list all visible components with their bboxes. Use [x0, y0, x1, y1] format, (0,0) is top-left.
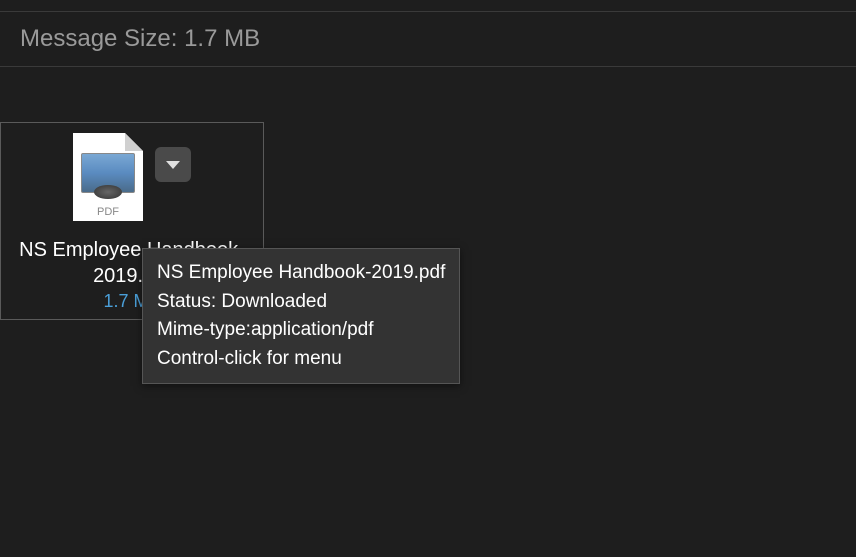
message-size-label: Message Size: 1.7 MB — [20, 25, 260, 52]
tooltip-status: Status: Downloaded — [157, 288, 445, 317]
attachment-tooltip: NS Employee Handbook-2019.pdf Status: Do… — [142, 248, 460, 384]
tooltip-mime: Mime-type:application/pdf — [157, 316, 445, 345]
file-type-label: PDF — [73, 206, 143, 218]
tooltip-filename: NS Employee Handbook-2019.pdf — [157, 259, 445, 288]
pdf-file-icon: PDF — [73, 133, 143, 221]
message-size-row: Message Size: 1.7 MB — [0, 12, 856, 67]
tooltip-hint: Control-click for menu — [157, 345, 445, 374]
attachment-menu-button[interactable] — [155, 147, 191, 182]
chevron-down-icon — [166, 161, 180, 169]
